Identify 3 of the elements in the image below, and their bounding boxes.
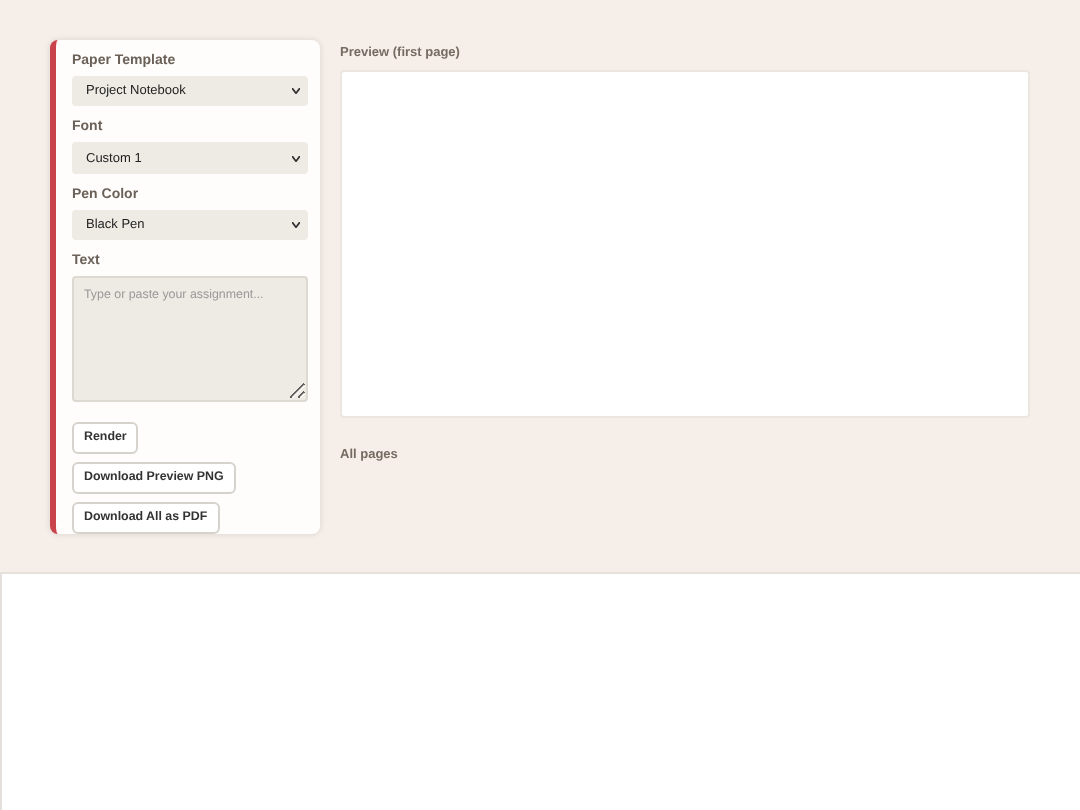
caret-icon — [292, 155, 300, 162]
caret-icon — [292, 88, 300, 95]
caret-icon — [292, 222, 300, 229]
